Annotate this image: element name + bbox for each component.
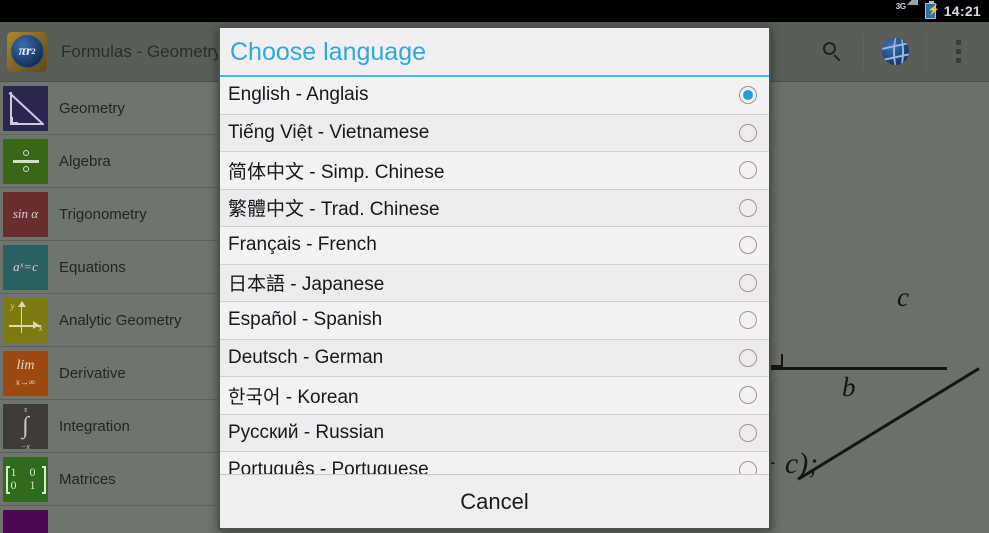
- radio-button[interactable]: [739, 198, 757, 217]
- cancel-button-label: Cancel: [460, 488, 529, 514]
- radio-button[interactable]: [739, 123, 757, 142]
- language-option-label: Русский - Russian: [228, 421, 385, 443]
- cancel-button[interactable]: Cancel: [220, 474, 769, 528]
- language-option[interactable]: Tiếng Việt - Vietnamese: [220, 114, 769, 152]
- radio-button[interactable]: [739, 161, 757, 180]
- status-bar-right: 3G ⚡ 14:21: [895, 0, 981, 19]
- language-option-label: 日本語 - Japanese: [228, 274, 385, 296]
- language-option-label: Português - Portuguese: [228, 459, 429, 474]
- radio-button[interactable]: [739, 236, 757, 255]
- status-bar-clock: 14:21: [943, 3, 981, 19]
- language-option-label: Español - Spanish: [228, 309, 383, 331]
- language-option-label: Tiếng Việt - Vietnamese: [228, 121, 430, 143]
- language-option-label: Deutsch - German: [228, 346, 384, 368]
- language-option-label: 한국어 - Korean: [228, 386, 359, 408]
- android-screen: 3G ⚡ 14:21 πr 2 Formulas - Geometry b c …: [0, 0, 989, 533]
- status-bar: 3G ⚡ 14:21: [0, 0, 989, 22]
- network-type-label: 3G: [895, 2, 906, 11]
- radio-button[interactable]: [739, 386, 757, 405]
- language-option[interactable]: Français - French: [220, 227, 769, 265]
- battery-charging-icon: ⚡: [924, 1, 940, 19]
- language-option[interactable]: 한국어 - Korean: [220, 377, 769, 415]
- language-option-label: Français - French: [228, 234, 377, 256]
- language-option[interactable]: 繁體中文 - Trad. Chinese: [220, 189, 769, 227]
- language-option[interactable]: 简体中文 - Simp. Chinese: [220, 152, 769, 190]
- dialog-title-bar: Choose language: [220, 28, 769, 77]
- language-option-label: English - Anglais: [228, 84, 369, 106]
- language-option[interactable]: Русский - Russian: [220, 414, 769, 452]
- radio-button-selected[interactable]: [739, 86, 757, 105]
- signal-bars-icon: 3G: [895, 0, 918, 19]
- choose-language-dialog: Choose language English - Anglais Tiếng V…: [218, 26, 771, 530]
- language-option[interactable]: English - Anglais: [220, 77, 769, 115]
- radio-button[interactable]: [739, 423, 757, 442]
- radio-button[interactable]: [739, 311, 757, 330]
- language-option-label: 繁體中文 - Trad. Chinese: [228, 199, 440, 221]
- radio-button[interactable]: [739, 273, 757, 292]
- dialog-title: Choose language: [230, 38, 426, 66]
- language-option[interactable]: Português - Portuguese: [220, 452, 769, 474]
- language-option[interactable]: Español - Spanish: [220, 302, 769, 340]
- radio-button[interactable]: [739, 348, 757, 367]
- language-option[interactable]: Deutsch - German: [220, 339, 769, 377]
- radio-button[interactable]: [739, 461, 757, 474]
- language-list[interactable]: English - Anglais Tiếng Việt - Vietnamese…: [220, 77, 769, 474]
- language-option[interactable]: 日本語 - Japanese: [220, 264, 769, 302]
- language-option-label: 简体中文 - Simp. Chinese: [228, 161, 445, 183]
